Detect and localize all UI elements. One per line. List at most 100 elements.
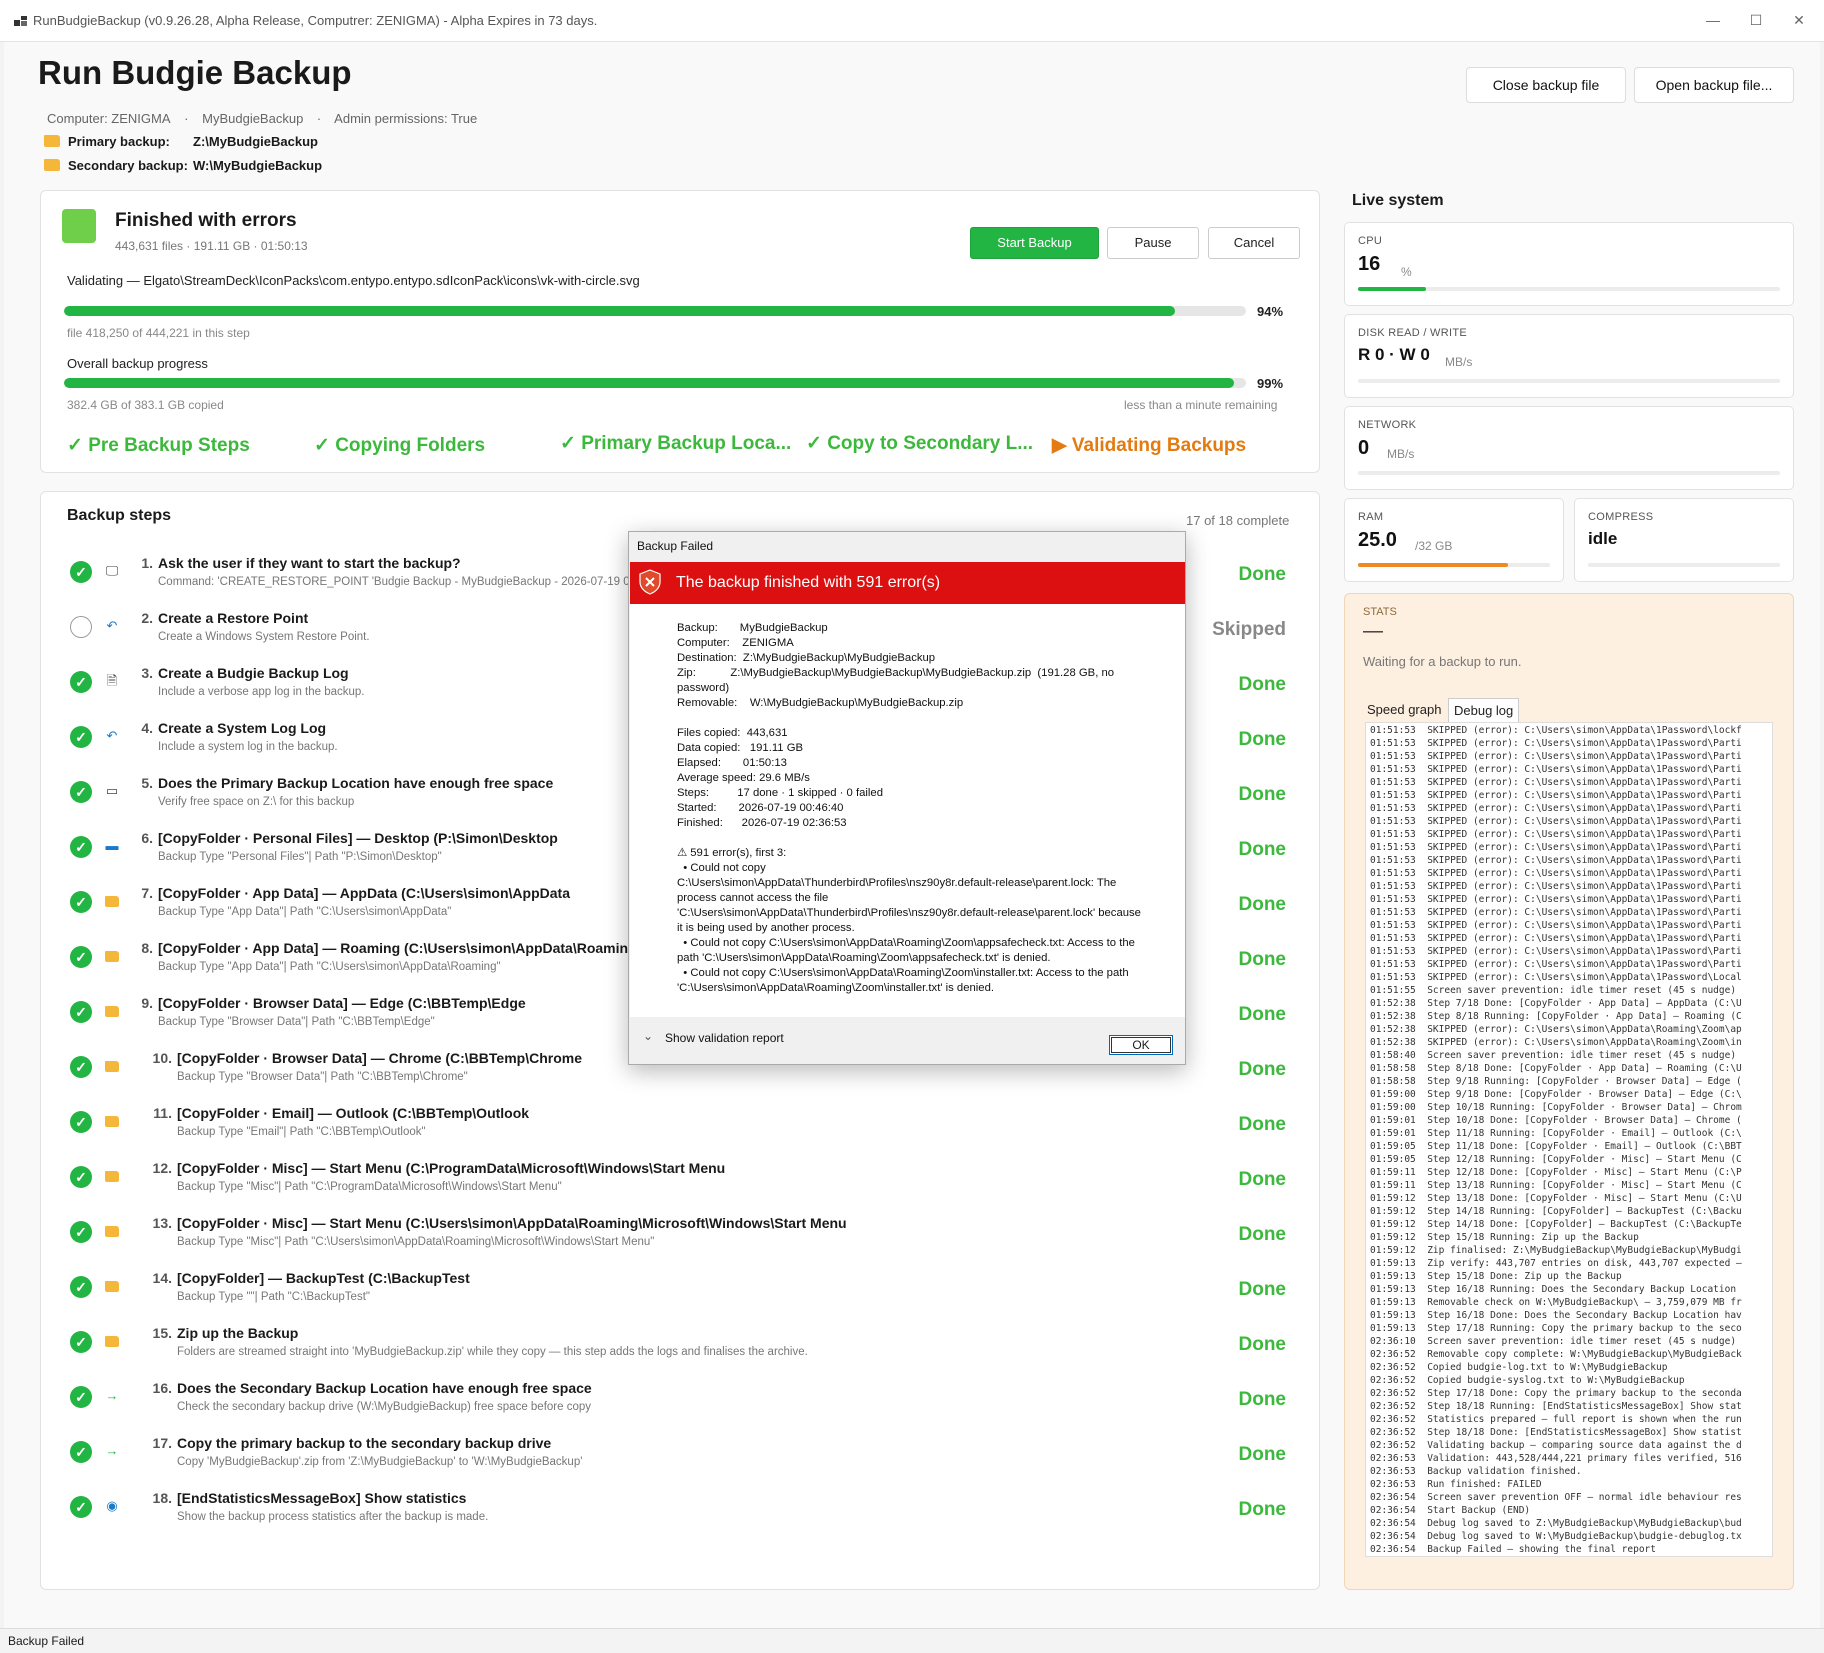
log-line: 02:36:52 Removable copy complete: W:\MyB…: [1370, 1349, 1742, 1360]
step-row[interactable]: ✓ → 16. Does the Secondary Backup Location …: [40, 1374, 1310, 1429]
dialog-body: Backup: MyBudgieBackup Computer: ZENIGMA…: [630, 604, 1185, 1017]
log-line: 01:51:53 SKIPPED (error): C:\Users\simon…: [1370, 751, 1742, 762]
log-line: 01:51:53 SKIPPED (error): C:\Users\simon…: [1370, 816, 1742, 827]
log-line: 01:51:53 SKIPPED (error): C:\Users\simon…: [1370, 777, 1742, 788]
compress-label: COMPRESS: [1588, 511, 1654, 523]
disk-unit: MB/s: [1445, 355, 1473, 369]
log-line: 01:51:53 SKIPPED (error): C:\Users\simon…: [1370, 764, 1742, 775]
minimize-button[interactable]: —: [1698, 8, 1728, 32]
step-row[interactable]: ✓ ◉ 18. [EndStatisticsMessageBox] Show stat…: [40, 1484, 1310, 1539]
network-unit: MB/s: [1387, 447, 1415, 461]
dialog-footer: ⌄ Show validation report: [629, 1017, 1185, 1065]
ram-unit: /32 GB: [1415, 539, 1453, 553]
status-bar-text: Backup Failed: [8, 1634, 85, 1648]
zip-folder-icon: [104, 1334, 120, 1348]
step-description: Include a system log in the backup.: [158, 741, 338, 753]
step-name: Does the Primary Backup Location have en…: [158, 775, 554, 791]
step-description: Include a verbose app log in the backup.: [158, 686, 365, 698]
undo-icon: ↶: [106, 728, 118, 743]
step-number: 5.: [141, 775, 153, 791]
disk-card: DISK READ / WRITE R 0 · W 0 MB/s: [1344, 314, 1794, 398]
step-number: 6.: [141, 830, 153, 846]
step-result: Done: [1238, 1224, 1287, 1245]
step-description: Backup Type "App Data"| Path "C:\Users\s…: [158, 906, 452, 918]
chevron-down-icon[interactable]: ⌄: [643, 1029, 653, 1043]
check-circle-icon: ✓: [70, 946, 92, 968]
step-description: Show the backup process statistics after…: [177, 1511, 489, 1523]
step-name: [CopyFolder · Personal Files] — Desktop …: [158, 830, 558, 846]
check-circle-icon: ✓: [70, 781, 92, 803]
log-line: 01:59:12 Zip finalised: Z:\MyBudgieBacku…: [1370, 1245, 1742, 1256]
primary-backup-label: Primary backup:: [68, 134, 170, 149]
window-title: RunBudgieBackup (v0.9.26.28, Alpha Relea…: [33, 13, 598, 28]
check-circle-icon: ✓: [70, 836, 92, 858]
step-result: Done: [1238, 1499, 1287, 1520]
cpu-unit: %: [1401, 265, 1412, 279]
step-row[interactable]: ✓ 13. [CopyFolder · Misc] — Start Menu (C:…: [40, 1209, 1310, 1264]
debug-log[interactable]: 01:51:53 SKIPPED (error): C:\Users\simon…: [1365, 722, 1773, 1557]
step-row[interactable]: ✓ 11. [CopyFolder · Email] — Outlook (C:\B…: [40, 1099, 1310, 1154]
meta-separator: ·: [316, 111, 322, 126]
log-line: 02:36:54 Debug log saved to Z:\MyBudgieB…: [1370, 1518, 1742, 1529]
step-name: Zip up the Backup: [177, 1325, 299, 1341]
step-row[interactable]: ✓ 12. [CopyFolder · Misc] — Start Menu (C:…: [40, 1154, 1310, 1209]
step-description: Backup Type "Misc"| Path "C:\Users\simon…: [177, 1236, 655, 1248]
step-row[interactable]: ✓ 14. [CopyFolder] — BackupTest (C:\Backup…: [40, 1264, 1310, 1319]
check-circle-icon: ✓: [70, 1276, 92, 1298]
step-result: Done: [1238, 1114, 1287, 1135]
log-line: 01:59:12 Step 15/18 Running: Zip up the …: [1370, 1232, 1639, 1243]
log-line: 02:36:52 Copied budgie-syslog.txt to W:\…: [1370, 1375, 1685, 1386]
phase-copying-folders: ✓ Copying Folders: [314, 435, 486, 456]
step-number: 2.: [141, 610, 153, 626]
log-line: 01:59:12 Step 13/18 Done: [CopyFolder · …: [1370, 1193, 1742, 1204]
overall-progress-percent: 99%: [1257, 376, 1284, 391]
backup-name: MyBudgieBackup: [202, 111, 304, 126]
open-backup-file-button[interactable]: Open backup file...: [1634, 67, 1794, 103]
step-name: [CopyFolder · Email] — Outlook (C:\BBTem…: [177, 1105, 530, 1121]
app-icon: [14, 16, 27, 26]
log-line: 01:51:53 SKIPPED (error): C:\Users\simon…: [1370, 946, 1742, 957]
step-result: Done: [1238, 1169, 1287, 1190]
log-line: 02:36:53 Validation: 443,528/444,221 pri…: [1370, 1453, 1742, 1464]
step-name: [CopyFolder · Misc] — Start Menu (C:\Use…: [177, 1215, 847, 1231]
start-backup-button[interactable]: Start Backup: [970, 227, 1099, 259]
step-row[interactable]: ✓ → 17. Copy the primary backup to the seco…: [40, 1429, 1310, 1484]
maximize-button[interactable]: ☐: [1741, 8, 1771, 32]
tab-debug-log[interactable]: Debug log: [1448, 698, 1520, 722]
stats-value: —: [1363, 620, 1383, 642]
step-number: 10.: [152, 1050, 172, 1066]
step-description: Backup Type "Personal Files"| Path "P:\S…: [158, 851, 442, 863]
step-name: [CopyFolder · Browser Data] — Edge (C:\B…: [158, 995, 526, 1011]
compress-value: idle: [1588, 529, 1618, 548]
ok-button[interactable]: OK: [1109, 1035, 1173, 1055]
pause-button[interactable]: Pause: [1107, 227, 1199, 259]
admin-permissions: Admin permissions: True: [334, 111, 478, 126]
log-line: 01:59:01 Step 11/18 Running: [CopyFolder…: [1370, 1128, 1742, 1139]
steps-title: Backup steps: [67, 507, 172, 524]
cancel-button[interactable]: Cancel: [1208, 227, 1300, 259]
arrow-right-icon: →: [105, 1443, 119, 1458]
current-file: Validating — Elgato\StreamDeck\IconPacks…: [67, 273, 640, 288]
live-system-title: Live system: [1352, 192, 1444, 209]
log-line: 02:36:53 Backup validation finished.: [1370, 1466, 1582, 1477]
step-description: Backup Type "Misc"| Path "C:\ProgramData…: [177, 1181, 562, 1193]
step-description: Verify free space on Z:\ for this backup: [158, 796, 355, 808]
step-row[interactable]: ✓ 15. Zip up the Backup Folders are streame…: [40, 1319, 1310, 1374]
dialog-report-text: Backup: MyBudgieBackup Computer: ZENIGMA…: [677, 622, 1141, 994]
step-result: Done: [1238, 1279, 1287, 1300]
log-line: 02:36:53 Run finished: FAILED: [1370, 1479, 1542, 1490]
close-backup-file-button[interactable]: Close backup file: [1466, 67, 1626, 103]
step-description: Folders are streamed straight into 'MyBu…: [177, 1346, 808, 1358]
compress-bar: [1588, 563, 1780, 567]
log-line: 02:36:10 Screen saver prevention: idle t…: [1370, 1336, 1737, 1347]
tab-speed-graph[interactable]: Speed graph: [1362, 698, 1446, 722]
stats-waiting-text: Waiting for a backup to run.: [1363, 654, 1522, 669]
check-circle-icon: ✓: [70, 1111, 92, 1133]
folder-icon: [104, 1169, 120, 1183]
close-window-button[interactable]: ✕: [1784, 8, 1814, 32]
log-line: 02:36:52 Copied budgie-log.txt to W:\MyB…: [1370, 1362, 1668, 1373]
show-validation-report-toggle[interactable]: Show validation report: [665, 1031, 784, 1045]
log-line: 01:59:05 Step 11/18 Done: [CopyFolder · …: [1370, 1141, 1742, 1152]
undo-icon: ↶: [106, 618, 118, 633]
step-description: Create a Windows System Restore Point.: [158, 631, 370, 643]
